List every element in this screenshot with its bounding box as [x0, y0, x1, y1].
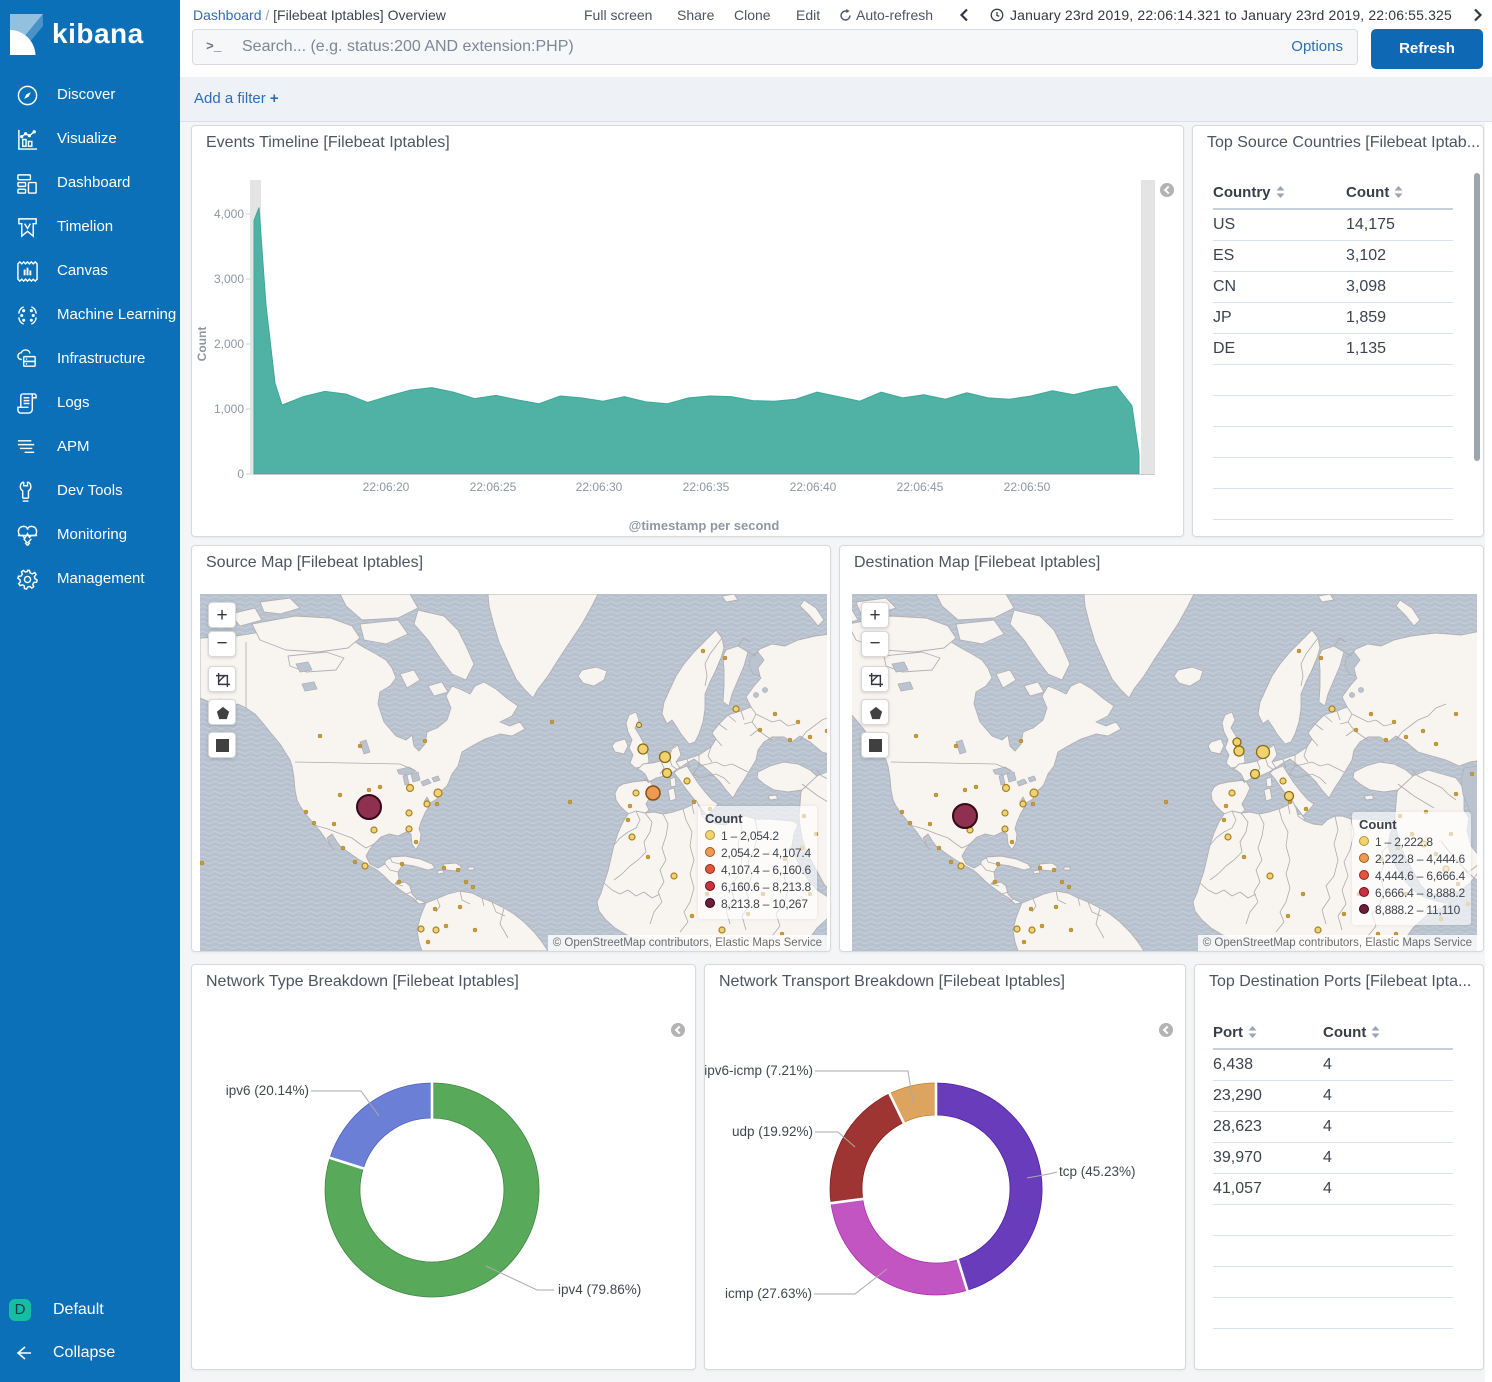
svg-text:22:06:20: 22:06:20	[363, 480, 410, 494]
svg-text:4,000: 4,000	[214, 207, 244, 221]
svg-text:22:06:30: 22:06:30	[576, 480, 623, 494]
svg-text:0: 0	[237, 467, 244, 481]
svg-text:22:06:35: 22:06:35	[683, 480, 730, 494]
svg-text:22:06:25: 22:06:25	[470, 480, 517, 494]
svg-text:@timestamp per second: @timestamp per second	[629, 518, 780, 533]
svg-text:22:06:50: 22:06:50	[1004, 480, 1051, 494]
svg-text:22:06:45: 22:06:45	[897, 480, 944, 494]
svg-text:1,000: 1,000	[214, 402, 244, 416]
svg-text:2,000: 2,000	[214, 337, 244, 351]
svg-text:Count: Count	[195, 327, 209, 362]
svg-text:3,000: 3,000	[214, 272, 244, 286]
svg-text:22:06:40: 22:06:40	[790, 480, 837, 494]
